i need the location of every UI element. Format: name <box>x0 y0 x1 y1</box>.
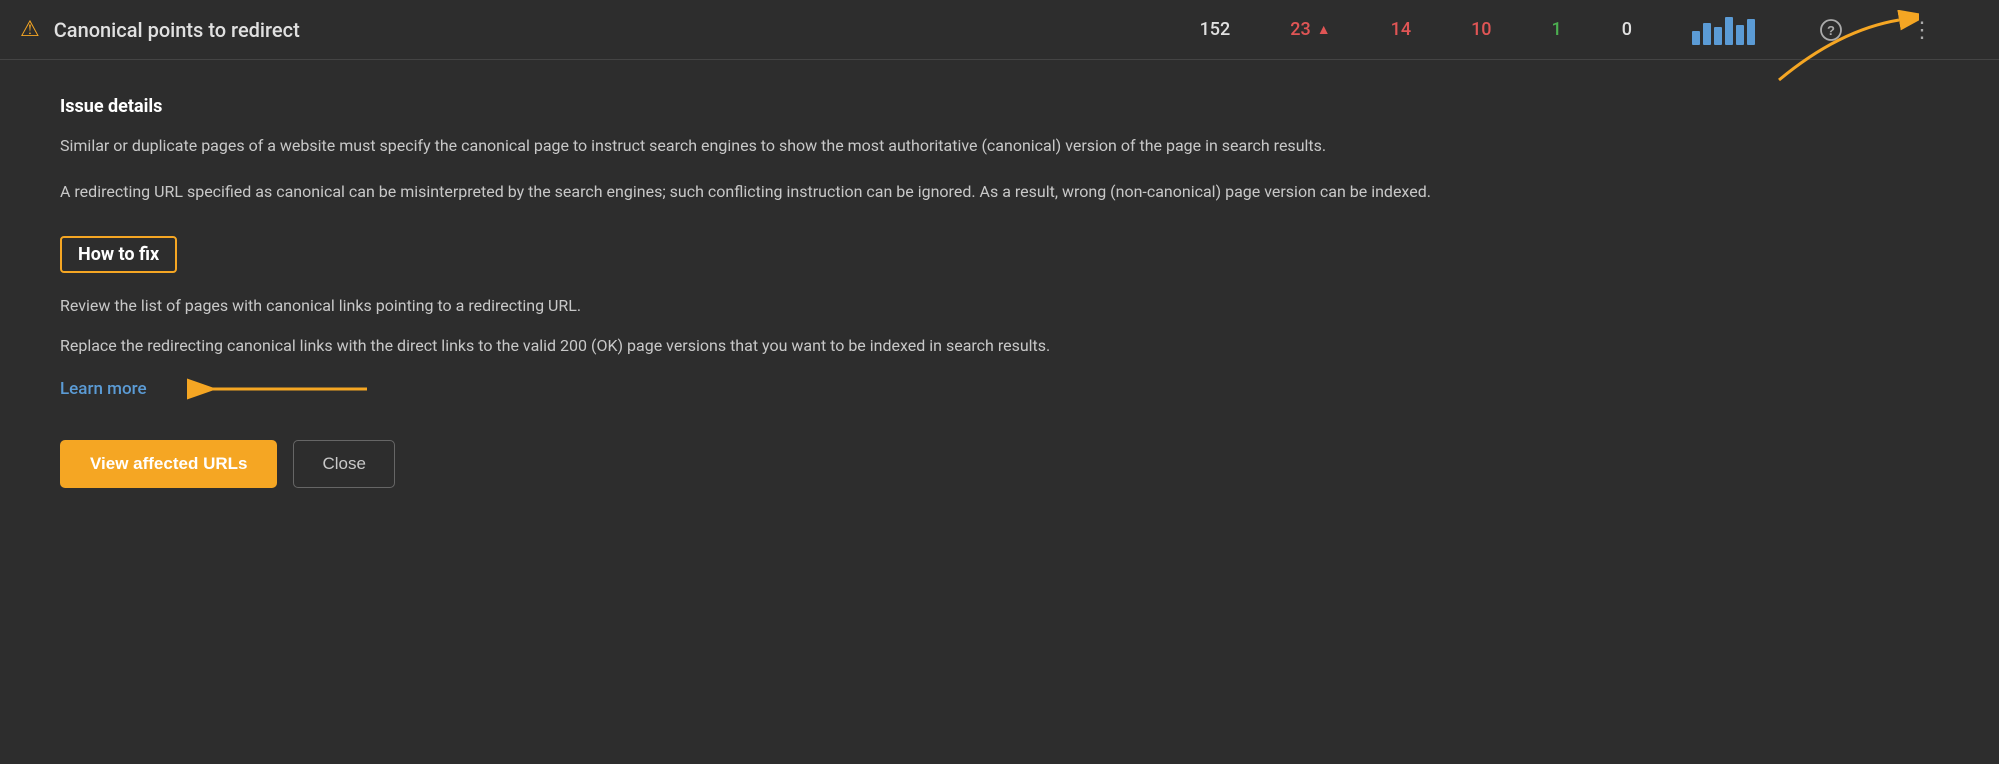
learn-more-link[interactable]: Learn more <box>60 379 147 399</box>
stat-warnings: 14 <box>1391 19 1411 40</box>
stat-issues: 10 <box>1471 19 1491 40</box>
how-to-fix-label: How to fix <box>78 244 159 265</box>
close-button[interactable]: Close <box>293 440 394 488</box>
learn-more-arrow-annotation <box>177 374 377 404</box>
stat-ok: 1 <box>1552 19 1562 40</box>
header-bar: ⚠ Canonical points to redirect 152 23 ▲ … <box>0 0 1999 60</box>
stat-errors: 23 ▲ <box>1290 19 1330 40</box>
issue-details-section: Issue details Similar or duplicate pages… <box>60 96 1740 206</box>
chart-bar <box>1725 17 1733 45</box>
stat-total: 152 <box>1200 19 1231 40</box>
learn-more-row: Learn more <box>60 374 1740 404</box>
how-to-fix-box: How to fix <box>60 236 177 273</box>
fix-text-1: Review the list of pages with canonical … <box>60 293 1740 319</box>
view-affected-urls-button[interactable]: View affected URLs <box>60 440 277 488</box>
content-area: Issue details Similar or duplicate pages… <box>0 60 1800 528</box>
issue-details-paragraph2: A redirecting URL specified as canonical… <box>60 179 1740 205</box>
issue-details-title: Issue details <box>60 96 1740 117</box>
how-to-fix-section: How to fix Review the list of pages with… <box>60 226 1740 360</box>
arrow-up-icon: ▲ <box>1317 21 1331 38</box>
header-left: ⚠ Canonical points to redirect <box>20 18 300 42</box>
header-stats: 152 23 ▲ 14 10 1 0 ? ⋮ <box>1200 14 1939 46</box>
fix-text-2: Replace the redirecting canonical links … <box>60 333 1740 359</box>
chart-bar <box>1703 23 1711 45</box>
chart-bar <box>1747 19 1755 45</box>
stat-errors-with-arrow: 23 ▲ <box>1290 19 1330 40</box>
svg-text:?: ? <box>1827 23 1835 38</box>
issue-details-paragraph1: Similar or duplicate pages of a website … <box>60 133 1740 159</box>
more-options-button[interactable]: ⋮ <box>1907 14 1939 46</box>
help-button[interactable]: ? <box>1815 14 1847 46</box>
chart-bar <box>1736 25 1744 45</box>
warning-icon: ⚠ <box>20 19 40 41</box>
stat-zero: 0 <box>1622 19 1632 40</box>
chart-bar <box>1692 31 1700 45</box>
chart-icon <box>1692 15 1755 45</box>
page-title: Canonical points to redirect <box>54 18 300 42</box>
chart-bar <box>1714 27 1722 45</box>
action-buttons: View affected URLs Close <box>60 440 1740 488</box>
